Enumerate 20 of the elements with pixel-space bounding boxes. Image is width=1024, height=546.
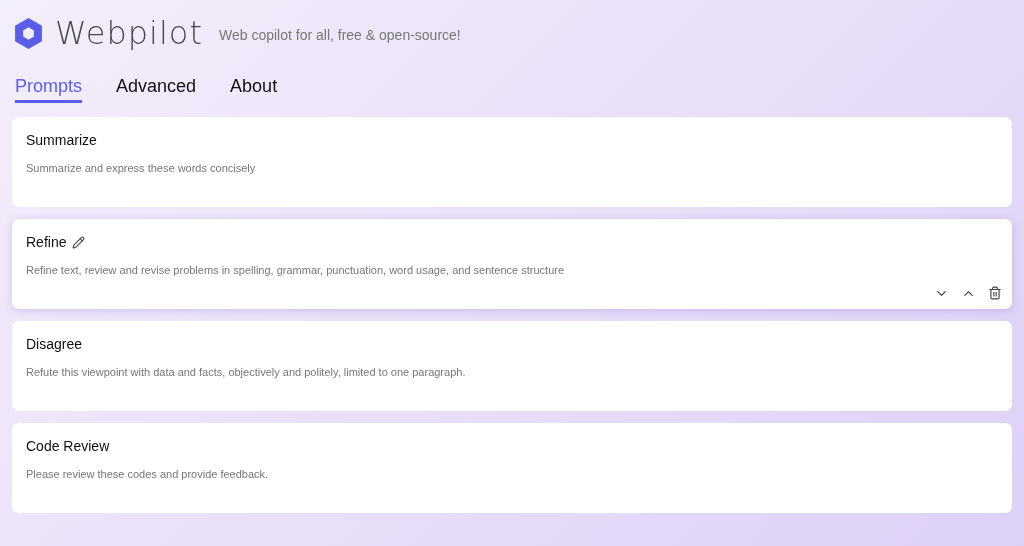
tagline: Web copilot for all, free & open-source!	[219, 27, 461, 43]
prompt-title: Code Review	[26, 438, 110, 454]
delete-trash-icon[interactable]	[988, 286, 1002, 301]
prompt-title: Refine	[26, 234, 67, 250]
prompt-card[interactable]: Summarize Summarize and express these words concisely	[12, 117, 1012, 207]
tab[interactable]: About	[230, 76, 278, 103]
prompt-title: Summarize	[26, 132, 97, 148]
hexagon-logo-icon	[12, 16, 45, 50]
tab[interactable]: Advanced	[116, 76, 197, 103]
prompt-description: Summarize and express these words concisely	[26, 162, 257, 174]
app-title: Webpilot	[55, 14, 203, 52]
prompt-card[interactable]: Disagree Refute this viewpoint with data and facts, objectively and politely, limited to one paragraph.	[12, 321, 1012, 411]
prompt-card[interactable]: Code Review Please review these codes and provide feedback.	[12, 423, 1012, 513]
tab[interactable]: Prompts	[15, 76, 83, 103]
prompt-description: Please review these codes and provide feedback.	[26, 468, 270, 480]
prompt-description: Refute this viewpoint with data and facts, objectively and politely, limited to one paragraph.	[26, 366, 467, 378]
prompt-description: Refine text, review and revise problems in spelling, grammar, punctuation, word usage, and sentence structure	[26, 264, 566, 276]
prompt-title: Disagree	[26, 336, 83, 352]
prompt-card[interactable]: Refine Refine text, review and revise problems in spelling, grammar, punctuation, word usage, and sentence structure	[12, 219, 1012, 309]
edit-pencil-icon[interactable]	[72, 235, 86, 249]
